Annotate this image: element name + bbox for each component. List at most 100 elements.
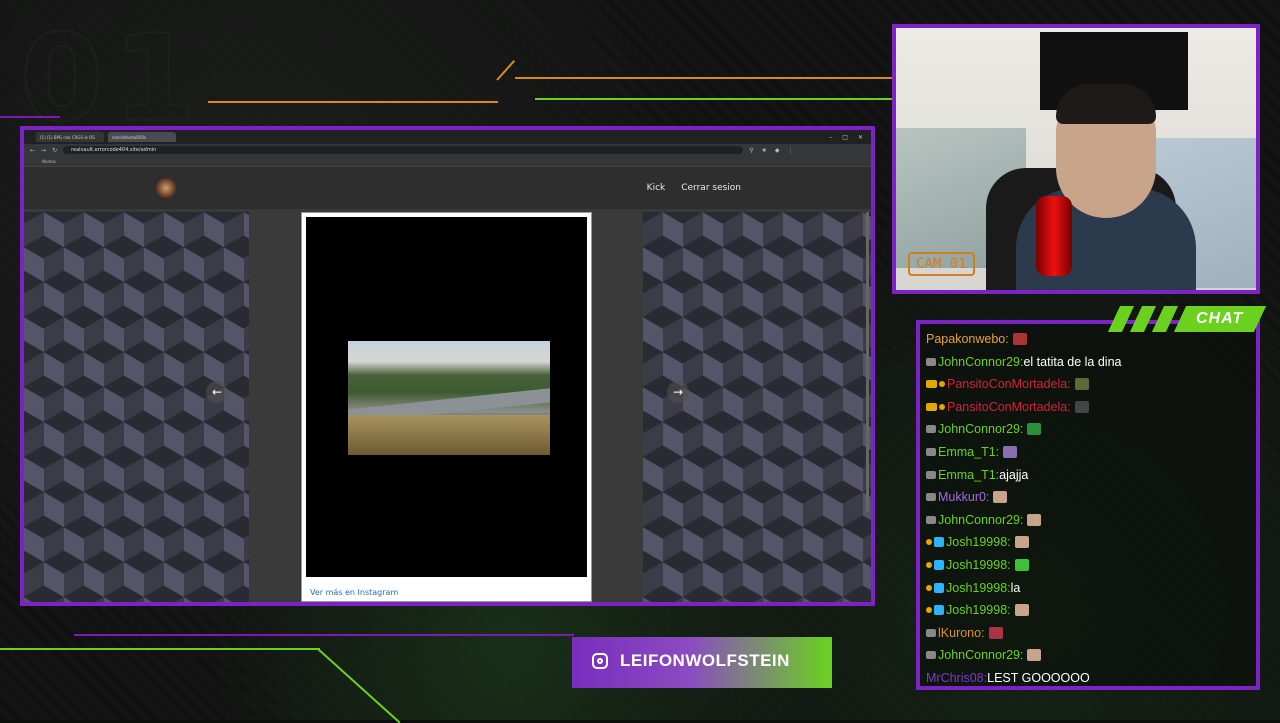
dot-badge-icon [926, 607, 932, 614]
site-logo[interactable] [156, 178, 176, 198]
zoom-icon[interactable]: ⚲ [749, 147, 753, 154]
bookmark-star-icon[interactable]: ★ [762, 147, 767, 154]
emote-icon [1014, 559, 1029, 571]
chat-message: Emma_T1: [926, 445, 1018, 459]
dot-badge-icon [926, 539, 932, 546]
next-arrow-button[interactable]: → [667, 381, 689, 403]
chat-message: JohnConnor29: el tatita de la dina [926, 355, 1121, 369]
crown-badge-icon [926, 402, 937, 411]
browser-tab[interactable]: (1) (1) BPG nds CRGS le OS [36, 132, 104, 142]
chat-username[interactable]: JohnConnor29: [938, 648, 1023, 662]
chat-username[interactable]: Papakonwebo: [926, 332, 1009, 346]
reload-icon[interactable]: ↻ [52, 147, 57, 154]
chat-message: lKurono: [926, 626, 1003, 640]
chat-message: Josh19998: [926, 558, 1029, 572]
bookmark-item[interactable]: Nomos [42, 159, 56, 164]
minimize-icon[interactable]: – [829, 134, 832, 141]
emote-icon [1012, 333, 1027, 345]
chat-panel: Papakonwebo: JohnConnor29: el tatita de la… [916, 320, 1260, 690]
back-icon[interactable]: ← [30, 147, 35, 154]
forward-icon[interactable]: → [41, 147, 46, 154]
chat-username[interactable]: lKurono: [938, 626, 985, 640]
cam-label: CAM 01 [908, 252, 975, 276]
chat-message: JohnConnor29: [926, 422, 1042, 436]
embedded-photo [348, 341, 550, 455]
sword-badge-icon [926, 651, 936, 660]
accent-line [74, 634, 574, 636]
gift-badge-icon [934, 605, 944, 616]
chat-message: Emma_T1: ajajja [926, 468, 1028, 482]
accent-line [515, 77, 895, 79]
browser-window: (1) (1) BPG nds CRGS le OS rodr/olfeotw8… [20, 126, 875, 606]
chat-text: la [1010, 580, 1021, 595]
modal-backdrop [592, 212, 643, 602]
maximize-icon[interactable]: □ [842, 134, 848, 141]
site-header: Kick Cerrar sesion [24, 167, 871, 209]
modal-backdrop [249, 212, 301, 602]
extension-icon[interactable]: ◆ [775, 147, 780, 154]
bookmarks-bar: Nomos [24, 156, 871, 167]
browser-tab[interactable]: rodr/olfeotw850n [108, 132, 176, 142]
emote-icon [1027, 649, 1042, 662]
nav-logout-link[interactable]: Cerrar sesion [681, 183, 741, 193]
chat-username[interactable]: Josh19998: [946, 558, 1011, 572]
chat-username[interactable]: JohnConnor29: [938, 355, 1023, 369]
scrollbar[interactable] [866, 212, 869, 512]
dot-badge-icon [926, 562, 932, 568]
chat-stripe [1107, 306, 1135, 332]
tab-bar: (1) (1) BPG nds CRGS le OS rodr/olfeotw8… [24, 130, 871, 144]
instagram-icon [592, 653, 608, 669]
chat-username[interactable]: Josh19998: [946, 581, 1011, 595]
sword-badge-icon [926, 493, 936, 502]
chat-username[interactable]: Josh19998: [946, 603, 1011, 617]
web-page: Kick Cerrar sesion ← → Ver más en Instag… [24, 167, 871, 602]
menu-icon[interactable]: ⋮ [788, 147, 794, 154]
dot-badge-icon [939, 381, 945, 388]
chat-username[interactable]: PansitoConMortadela: [947, 377, 1071, 391]
sword-badge-icon [926, 515, 936, 524]
toolbar-icons: ⚲ ★ ◆ ⋮ [749, 147, 793, 154]
chat-stripe [1129, 306, 1157, 332]
close-icon[interactable]: ✕ [858, 134, 863, 141]
instagram-link[interactable]: Ver más en Instagram [310, 588, 398, 597]
url-field[interactable]: realvault.errorcode404.site/admin [63, 146, 744, 154]
chat-stripe [1151, 306, 1179, 332]
gift-badge-icon [934, 582, 944, 593]
chat-username[interactable]: JohnConnor29: [938, 513, 1023, 527]
chat-title: CHAT [1173, 306, 1267, 332]
accent-line [0, 648, 320, 650]
chat-username[interactable]: Josh19998: [946, 535, 1011, 549]
emote-icon [1014, 604, 1029, 617]
chat-message: Josh19998: [926, 603, 1029, 617]
emote-icon [993, 491, 1008, 504]
sword-badge-icon [926, 425, 936, 434]
prev-arrow-button[interactable]: ← [206, 381, 228, 403]
cam-person-hair [1056, 84, 1156, 124]
chat-username[interactable]: Emma_T1: [938, 468, 999, 482]
chat-text: LEST GOOOOOO [987, 671, 1090, 685]
social-handle: LEIFONWOLFSTEIN [620, 651, 790, 670]
chat-message: Papakonwebo: [926, 332, 1027, 346]
sword-badge-icon [926, 448, 936, 456]
chat-username[interactable]: PansitoConMortadela: [947, 400, 1071, 414]
chat-message: Mukkur0: [926, 490, 1008, 504]
emote-icon [1027, 423, 1042, 436]
accent-line [0, 116, 60, 118]
cube-pattern-left [24, 212, 249, 602]
emote-icon [1074, 378, 1089, 391]
sword-badge-icon [926, 628, 936, 637]
crown-badge-icon [926, 380, 937, 389]
video-area[interactable] [306, 217, 587, 577]
chat-username[interactable]: Emma_T1: [938, 445, 999, 459]
social-banner: LEIFONWOLFSTEIN [572, 637, 832, 688]
window-controls: – □ ✕ [829, 134, 871, 141]
nav-kick-link[interactable]: Kick [647, 183, 666, 193]
chat-header: CHAT [1107, 306, 1267, 332]
chat-text: el tatita de la dina [1023, 354, 1122, 369]
chat-username[interactable]: MrChris08: [926, 671, 987, 685]
chat-message: JohnConnor29: [926, 513, 1042, 527]
chat-message: Josh19998: [926, 535, 1029, 549]
chat-username[interactable]: JohnConnor29: [938, 422, 1023, 436]
chat-message: PansitoConMortadela: [926, 377, 1089, 391]
chat-username[interactable]: Mukkur0: [938, 490, 989, 504]
